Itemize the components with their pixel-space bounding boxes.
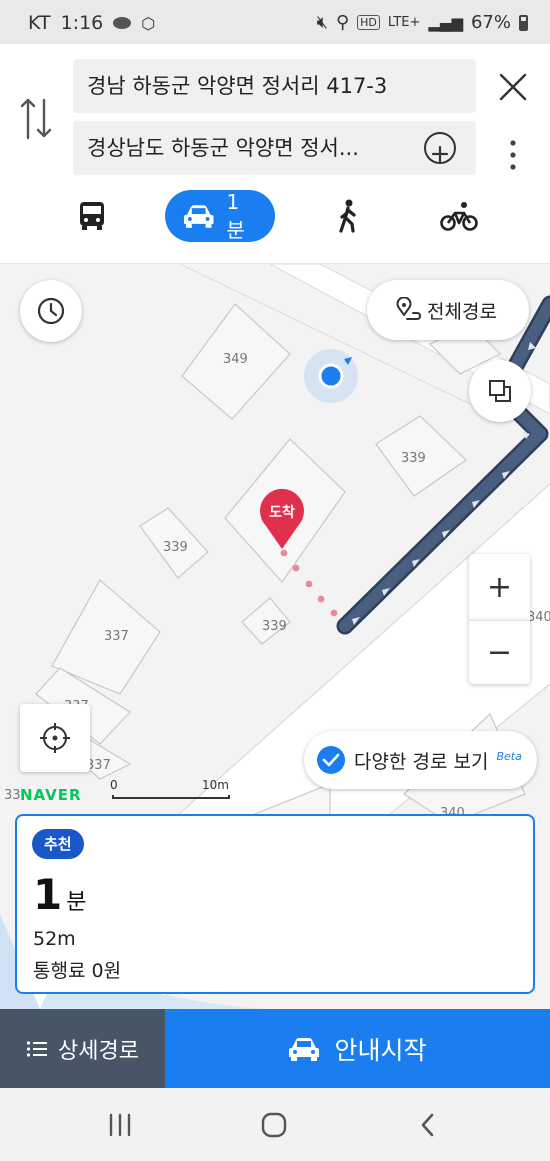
- layers-icon: [489, 380, 511, 402]
- recommended-badge: 추천: [32, 829, 84, 859]
- map-scale: 0 10m: [110, 778, 232, 800]
- building-number: 339: [262, 619, 287, 634]
- check-circle-icon: [317, 746, 345, 774]
- start-navigation-label: 안내시작: [334, 1035, 427, 1065]
- full-route-button[interactable]: 전체경로: [367, 280, 529, 340]
- route-detail-label: 상세경로: [58, 1038, 139, 1064]
- hd-icon: HD: [357, 15, 380, 30]
- departure-time-button[interactable]: [20, 280, 82, 342]
- zoom-in-label: +: [486, 569, 513, 605]
- status-bar: KT 1:16 ⬡ 🔇︎ ⚲ HD LTE+ ▂▄▆ 67%: [0, 0, 550, 44]
- start-navigation-button[interactable]: 안내시작: [165, 1009, 550, 1088]
- zoom-out-label: −: [486, 635, 513, 670]
- list-icon: [26, 1040, 48, 1057]
- more-vertical-icon: [510, 140, 516, 170]
- alternative-routes-label: 다양한 경로 보기: [354, 750, 489, 773]
- tab-transit[interactable]: [70, 190, 114, 242]
- add-waypoint-button[interactable]: [424, 132, 456, 164]
- action-bar: 상세경로 안내시작: [0, 1009, 550, 1088]
- location-icon: ⚲: [335, 12, 350, 33]
- home-icon: [261, 1112, 287, 1138]
- route-pin-icon: [396, 297, 421, 320]
- naver-logo: NAVER: [20, 786, 82, 804]
- clock-icon: [37, 297, 65, 325]
- route-distance: 52m: [33, 928, 76, 950]
- building-number: 337: [104, 629, 129, 644]
- scale-bar: [112, 795, 230, 799]
- origin-field[interactable]: 경남 하동군 악양면 정서리 417-3: [73, 59, 476, 113]
- destination-field[interactable]: 경상남도 하동군 악양면 정서...: [73, 121, 476, 175]
- building-number: 33: [4, 788, 21, 803]
- full-route-label: 전체경로: [427, 300, 497, 323]
- recent-apps-button[interactable]: [100, 1108, 140, 1142]
- car-duration: 1분: [226, 189, 245, 242]
- carrier-label: KT: [28, 12, 51, 34]
- settings-status-icon: ⬡: [141, 13, 156, 33]
- arrival-label: 도착: [269, 504, 295, 521]
- tab-bicycle[interactable]: [437, 190, 481, 242]
- destination-text: 경상남도 하동군 악양면 정서...: [87, 136, 359, 160]
- tab-walk[interactable]: [326, 190, 370, 242]
- mute-icon: 🔇︎: [316, 12, 328, 33]
- duration-unit: 분: [66, 890, 87, 915]
- battery-icon: [519, 14, 528, 31]
- route-option-card[interactable]: 추천 1 분 52m 통행료 0원: [15, 814, 535, 994]
- swap-icon: [20, 98, 52, 140]
- building-number: 340: [527, 610, 550, 625]
- notification-icon: [113, 17, 132, 29]
- zoom-in-button[interactable]: +: [469, 554, 530, 620]
- scale-start: 0: [110, 778, 118, 792]
- plus-icon: [431, 145, 449, 163]
- close-button[interactable]: [496, 70, 530, 104]
- building-number: 339: [401, 451, 426, 466]
- transport-mode-tabs: 1분: [0, 190, 550, 244]
- close-icon: [499, 73, 527, 101]
- swap-endpoints-button[interactable]: [18, 92, 56, 144]
- more-options-button[interactable]: [506, 137, 520, 173]
- my-location-button[interactable]: [20, 704, 90, 772]
- back-icon: [421, 1113, 434, 1137]
- bike-icon: [440, 202, 478, 231]
- route-detail-button[interactable]: 상세경로: [0, 1009, 165, 1088]
- car-icon: [183, 205, 214, 228]
- alternative-routes-toggle[interactable]: 다양한 경로 보기 Beta: [304, 731, 537, 789]
- building-number: 339: [163, 540, 188, 555]
- route-toll: 통행료 0원: [33, 960, 122, 982]
- scale-end: 10m: [202, 778, 229, 792]
- walk-icon: [339, 199, 356, 233]
- system-navigation-bar: [0, 1088, 550, 1161]
- layers-button[interactable]: [469, 360, 531, 422]
- origin-text: 경남 하동군 악양면 정서리 417-3: [87, 74, 388, 98]
- beta-badge: Beta: [496, 749, 522, 763]
- car-icon: [289, 1037, 320, 1061]
- home-button[interactable]: [254, 1108, 294, 1142]
- back-button[interactable]: [408, 1108, 448, 1142]
- zoom-out-button[interactable]: −: [469, 620, 530, 684]
- building-number: 349: [223, 352, 248, 367]
- crosshair-icon: [40, 723, 70, 753]
- battery-level: 67%: [470, 12, 511, 33]
- tab-car[interactable]: 1분: [165, 190, 275, 242]
- signal-icon: ▂▄▆: [428, 13, 463, 32]
- bus-icon: [80, 202, 104, 230]
- duration-value: 1: [33, 870, 63, 919]
- network-label: LTE+: [387, 15, 421, 30]
- current-location-marker: [304, 349, 358, 403]
- route-search-header: 경남 하동군 악양면 정서리 417-3 경상남도 하동군 악양면 정서...: [0, 44, 550, 264]
- recent-apps-icon: [109, 1113, 131, 1137]
- route-duration: 1 분: [33, 870, 86, 919]
- clock: 1:16: [60, 12, 104, 34]
